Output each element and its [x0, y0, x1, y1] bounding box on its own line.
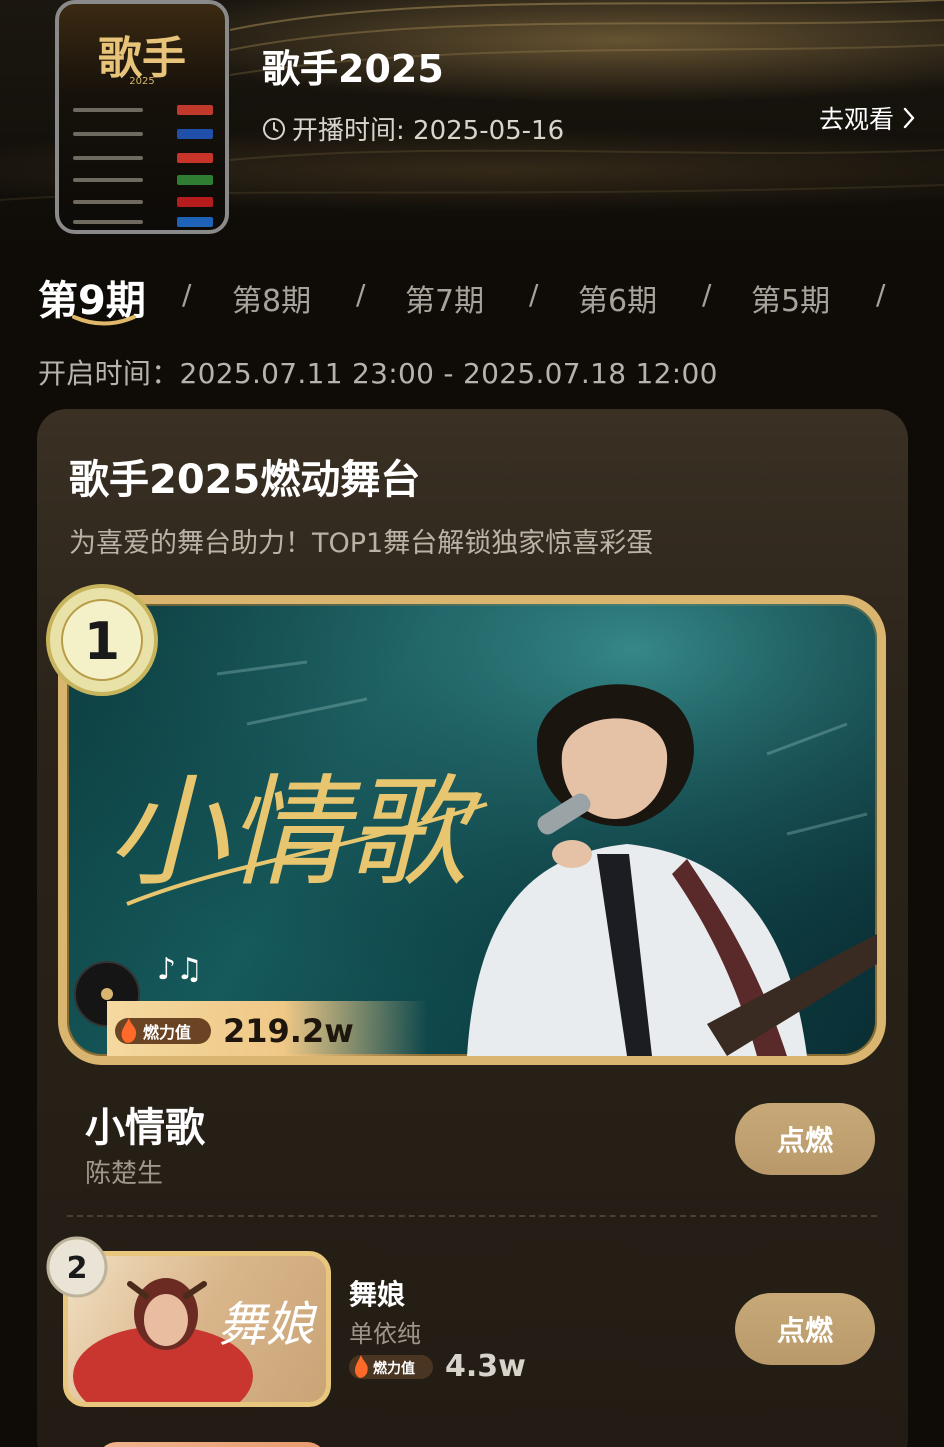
tab-episode-7[interactable]: 第7期 [405, 276, 484, 320]
poster-year: 2025 [129, 76, 155, 87]
board-title: 歌手2025燃动舞台 [69, 457, 421, 503]
rank2-song-name: 舞娘 [349, 1278, 406, 1311]
episode-tabs: 第9期 / 第8期 / 第7期 / 第6期 / 第5期 / [38, 268, 928, 326]
active-tab-indicator [72, 315, 136, 326]
tab-episode-8[interactable]: 第8期 [232, 276, 311, 320]
top1-stage-banner[interactable]: 小情歌 ♪♫ 燃力值 219.2w [58, 595, 886, 1065]
rank2-fire-value: 4.3w [445, 1349, 526, 1384]
rank-2-medal-icon: 2 [46, 1236, 108, 1298]
show-title: 歌手2025 [262, 47, 444, 91]
rank2-fire-score: 燃力值 4.3w [349, 1349, 526, 1384]
stage-2-title-art: 舞娘 [218, 1297, 318, 1353]
fire-value-badge: 燃力值 [349, 1354, 433, 1379]
poster-sponsor-row [73, 128, 213, 140]
singer-stage-artwork: 小情歌 ♪♫ [67, 604, 877, 1056]
board-subtitle: 为喜爱的舞台助力！TOP1舞台解锁独家惊喜彩蛋 [69, 528, 654, 559]
tab-separator: / [356, 278, 366, 311]
rank-1-number: 1 [84, 612, 120, 672]
tab-separator: / [876, 278, 886, 311]
top1-fire-value: 219.2w [223, 1012, 354, 1050]
rank2-artist-name: 单依纯 [349, 1320, 421, 1348]
watch-label: 去观看 [819, 105, 895, 134]
fire-value-badge: 燃力值 [115, 1018, 211, 1044]
svg-text:♪♫: ♪♫ [157, 952, 203, 987]
clock-icon [263, 117, 285, 140]
air-date-row: 开播时间: 2025-05-16 [262, 110, 564, 147]
watch-link[interactable]: 去观看 [819, 100, 916, 136]
stage-ranking-card: 歌手2025燃动舞台 为喜爱的舞台助力！TOP1舞台解锁独家惊喜彩蛋 小情歌 ♪… [37, 409, 908, 1447]
tab-separator: / [529, 278, 539, 311]
poster-sponsor-row [73, 196, 213, 208]
chevron-right-icon [903, 107, 915, 129]
list-divider [67, 1215, 877, 1217]
top1-artist-name: 陈楚生 [85, 1159, 164, 1189]
poster-sponsor-row [73, 104, 213, 116]
show-poster[interactable]: 歌手 2025 [55, 0, 229, 234]
poster-sponsor-row [73, 216, 213, 228]
tab-episode-6[interactable]: 第6期 [578, 276, 657, 320]
stage-title-art: 小情歌 [107, 764, 483, 903]
poster-sponsor-row [73, 152, 213, 164]
voting-open-time: 开启时间：2025.07.11 23:00 - 2025.07.18 12:00 [38, 357, 718, 390]
rank-2-number: 2 [67, 1251, 88, 1286]
fire-label: 燃力值 [373, 1360, 415, 1377]
poster-sponsor-row [73, 174, 213, 186]
ignite-button-1[interactable]: 点燃 [735, 1103, 875, 1175]
tab-episode-5[interactable]: 第5期 [751, 276, 830, 320]
tab-separator: / [182, 278, 192, 311]
top1-song-name: 小情歌 [85, 1105, 205, 1151]
top1-fire-score: 燃力值 219.2w [107, 1001, 427, 1056]
rank-1-medal-icon: 1 [46, 584, 158, 696]
ignite-button-2[interactable]: 点燃 [735, 1293, 875, 1365]
fire-label: 燃力值 [143, 1023, 191, 1042]
tab-separator: / [702, 278, 712, 311]
air-date-text: 开播时间: 2025-05-16 [292, 116, 565, 146]
rank3-stage-thumbnail[interactable] [97, 1442, 327, 1447]
